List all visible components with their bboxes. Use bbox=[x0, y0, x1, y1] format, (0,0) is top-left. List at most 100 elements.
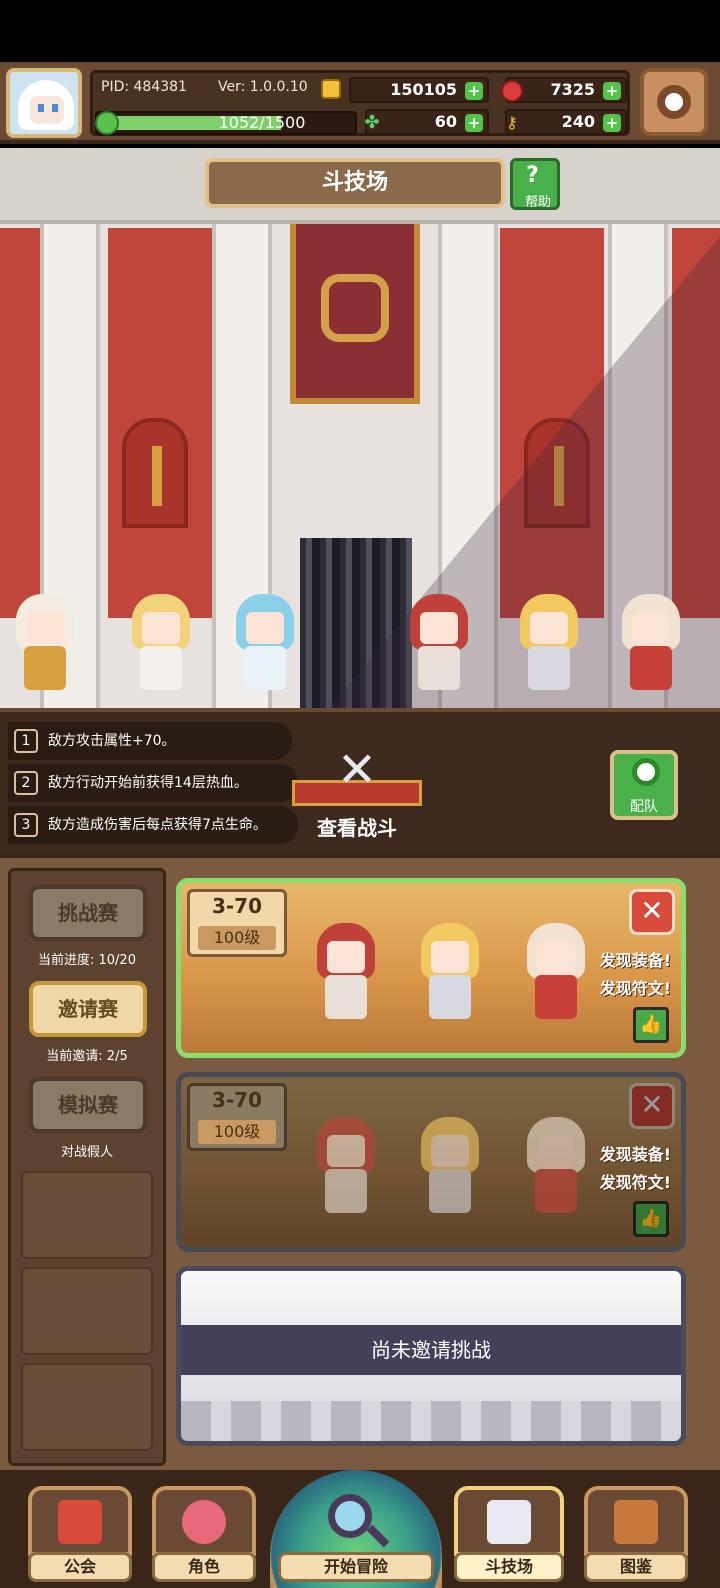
crossed-swords-icon: ✕ bbox=[336, 742, 378, 798]
character-face bbox=[431, 1135, 469, 1167]
status-bar bbox=[0, 0, 720, 62]
gem-value: 7325 bbox=[550, 80, 595, 99]
opponent-character bbox=[521, 1117, 591, 1217]
ally-character[interactable] bbox=[10, 594, 80, 694]
character-face bbox=[420, 612, 458, 644]
tab-invite[interactable]: 邀请赛 bbox=[29, 981, 147, 1037]
team-button[interactable]: 配队 bbox=[610, 750, 678, 820]
character-body bbox=[244, 646, 286, 690]
empty-slot bbox=[21, 1363, 153, 1451]
enemy-character[interactable] bbox=[514, 594, 584, 694]
team-label: 配队 bbox=[630, 799, 658, 815]
opponent-character bbox=[415, 923, 485, 1023]
buff-row: 3 敌方造成伤害后每点获得7点生命。 bbox=[8, 806, 298, 844]
opponent-character bbox=[415, 1117, 485, 1217]
buff-number: 3 bbox=[14, 813, 38, 837]
resource-panel: PID: 484381 Ver: 1.0.0.10 150105 + 7325 … bbox=[90, 70, 630, 136]
nav-guild-label: 公会 bbox=[28, 1552, 132, 1582]
tab-simulation[interactable]: 模拟赛 bbox=[29, 1077, 147, 1133]
nav-adventure[interactable]: 开始冒险 bbox=[270, 1470, 442, 1588]
energy-icon bbox=[95, 111, 119, 135]
nav-adventure-label: 开始冒险 bbox=[278, 1552, 434, 1582]
coin-icon bbox=[321, 79, 341, 99]
empty-slot bbox=[21, 1267, 153, 1355]
buff-row: 2 敌方行动开始前获得14层热血。 bbox=[8, 764, 298, 802]
buff-number: 1 bbox=[14, 729, 38, 753]
close-icon: ✕ bbox=[640, 1088, 664, 1121]
wall-niche bbox=[122, 418, 188, 528]
energy-bar: 1052/1500 bbox=[95, 111, 357, 135]
key-icon: ⚷ bbox=[506, 113, 518, 132]
enemy-buff-panel: 1 敌方攻击属性+70。 2 敌方行动开始前获得14层热血。 3 敌方造成伤害后… bbox=[0, 708, 720, 852]
key-value: 240 bbox=[561, 112, 595, 131]
ally-character[interactable] bbox=[230, 594, 300, 694]
nav-guild[interactable]: 公会 bbox=[28, 1486, 132, 1582]
nav-arena-label: 斗技场 bbox=[454, 1552, 564, 1582]
add-gem-button[interactable]: + bbox=[603, 82, 621, 100]
buff-text: 敌方攻击属性+70。 bbox=[48, 733, 176, 749]
settings-button[interactable] bbox=[640, 68, 708, 136]
character-face bbox=[327, 1135, 365, 1167]
buff-row: 1 敌方攻击属性+70。 bbox=[8, 722, 292, 760]
mode-sidebar: 挑战赛 当前进度: 10/20 邀请赛 当前邀请: 2/5 模拟赛 对战假人 bbox=[8, 868, 166, 1466]
tab-challenge[interactable]: 挑战赛 bbox=[29, 885, 147, 941]
player-avatar[interactable] bbox=[6, 68, 82, 138]
book-icon bbox=[614, 1500, 658, 1544]
card-ground bbox=[181, 1401, 681, 1441]
character-body bbox=[140, 646, 182, 690]
character-face bbox=[537, 1135, 575, 1167]
buff-number: 2 bbox=[14, 771, 38, 795]
character-face bbox=[537, 941, 575, 973]
rune-found: 发现符文! bbox=[599, 979, 671, 998]
bottom-nav: 公会 角色 开始冒险 斗技场 图鉴 bbox=[0, 1470, 720, 1588]
match-content: 挑战赛 当前进度: 10/20 邀请赛 当前邀请: 2/5 模拟赛 对战假人 3… bbox=[0, 852, 720, 1470]
energy-value: 1052/1500 bbox=[218, 113, 306, 132]
question-icon: ? bbox=[526, 163, 539, 188]
team-icon bbox=[632, 758, 660, 786]
nav-codex-label: 图鉴 bbox=[584, 1552, 688, 1582]
arena-scene: 斗技场 ? 帮助 bbox=[0, 148, 720, 708]
match-card[interactable]: 3-70 100级 ✕ 发现装备! 发现符文! 👍 bbox=[176, 1072, 686, 1252]
buff-text: 敌方行动开始前获得14层热血。 bbox=[48, 775, 248, 791]
challenge-progress: 当前进度: 10/20 bbox=[38, 953, 136, 968]
clover-value: 60 bbox=[434, 112, 457, 131]
page-title-text: 斗技场 bbox=[321, 170, 388, 195]
character-face bbox=[530, 612, 568, 644]
nav-arena[interactable]: 斗技场 bbox=[454, 1486, 564, 1582]
match-card[interactable]: 3-70 100级 ✕ 发现装备! 发现符文! 👍 bbox=[176, 878, 686, 1058]
decline-button[interactable]: ✕ bbox=[629, 889, 675, 935]
add-key-button[interactable]: + bbox=[603, 114, 621, 132]
add-clover-button[interactable]: + bbox=[465, 114, 483, 132]
enemy-character[interactable] bbox=[616, 594, 686, 694]
thumbs-up-button[interactable]: 👍 bbox=[633, 1007, 669, 1043]
character-body bbox=[418, 646, 460, 690]
sword-icon bbox=[152, 446, 162, 506]
character-face bbox=[246, 612, 284, 644]
nav-character[interactable]: 角色 bbox=[152, 1486, 256, 1582]
thumbs-up-button[interactable]: 👍 bbox=[633, 1201, 669, 1237]
character-face bbox=[142, 612, 180, 644]
help-button[interactable]: ? 帮助 bbox=[510, 158, 560, 210]
add-gold-button[interactable]: + bbox=[465, 82, 483, 100]
character-body bbox=[535, 1169, 577, 1213]
view-battle-button[interactable]: ✕ 查看战斗 bbox=[292, 740, 422, 850]
view-battle-label: 查看战斗 bbox=[317, 816, 397, 840]
close-icon: ✕ bbox=[640, 894, 664, 927]
character-face bbox=[327, 941, 365, 973]
rune-found: 发现符文! bbox=[599, 1173, 671, 1192]
opponent-character bbox=[311, 923, 381, 1023]
level-label: 100级 bbox=[198, 926, 276, 950]
gold-value: 150105 bbox=[390, 80, 457, 99]
character-face bbox=[26, 612, 64, 644]
avatar-face bbox=[30, 96, 64, 124]
character-body bbox=[528, 646, 570, 690]
character-body bbox=[630, 646, 672, 690]
empty-slot bbox=[21, 1171, 153, 1259]
decline-button[interactable]: ✕ bbox=[629, 1083, 675, 1129]
avatar-eye bbox=[38, 104, 44, 112]
help-label: 帮助 bbox=[524, 195, 551, 210]
enemy-character[interactable] bbox=[404, 594, 474, 694]
invite-progress: 当前邀请: 2/5 bbox=[46, 1049, 128, 1064]
nav-codex[interactable]: 图鉴 bbox=[584, 1486, 688, 1582]
ally-character[interactable] bbox=[126, 594, 196, 694]
